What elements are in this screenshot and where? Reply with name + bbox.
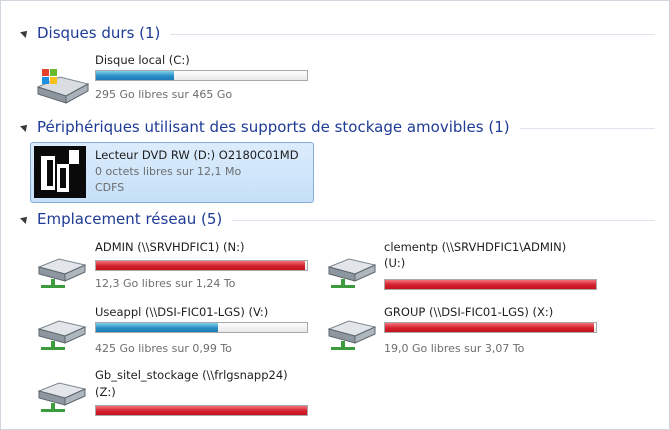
free-space-text: 295 Go libres sur 465 Go: [95, 88, 233, 101]
drive-letter: (U:): [384, 256, 406, 270]
drive-name: Useappl (\\DSI-FIC01-LGS) (V:): [95, 305, 269, 319]
group-header-hard-disks[interactable]: Disques durs (1): [19, 21, 655, 45]
local-disk-icon: [36, 69, 90, 104]
group-header-network[interactable]: Emplacement réseau (5): [19, 207, 655, 231]
drive-name: ADMIN (\\SRVHDFIC1) (N:): [95, 240, 245, 254]
usage-bar: [95, 260, 308, 271]
usage-bar: [95, 405, 308, 416]
usage-bar-fill: [96, 323, 219, 332]
drive-name: Gb_sitel_stockage (\\frlgsnapp24): [95, 368, 288, 382]
group-divider: [170, 33, 655, 35]
filesystem-text: CDFS: [95, 181, 125, 194]
group-divider: [519, 127, 655, 129]
network-drive-icon: [327, 320, 377, 350]
drive-name: Disque local (C:): [95, 53, 190, 67]
network-drive-icon: [37, 258, 87, 288]
usage-bar: [95, 322, 308, 333]
drive-letter: (Z:): [95, 385, 116, 399]
usage-bar-fill: [96, 406, 307, 415]
usage-bar-fill: [385, 280, 596, 289]
drive-name: clementp (\\SRVHDFIC1\ADMIN): [384, 240, 567, 254]
network-drive-icon: [327, 258, 377, 288]
group-title: Disques durs (1): [37, 24, 161, 42]
usage-bar: [384, 322, 597, 333]
free-space-text: 0 octets libres sur 12,1 Mo: [95, 165, 242, 178]
free-space-text: 19,0 Go libres sur 3,07 To: [384, 342, 525, 355]
group-divider: [232, 219, 655, 221]
collapse-arrow-icon[interactable]: [20, 122, 30, 132]
drive-name: GROUP (\\DSI-FIC01-LGS) (X:): [384, 305, 554, 319]
usage-bar-fill: [96, 261, 305, 270]
computer-drives-view: Disques durs (1) Disque local (C:) 295 G…: [0, 0, 670, 430]
usage-bar-fill: [96, 71, 175, 80]
usage-bar: [384, 279, 597, 290]
dvd-drive-icon: [34, 146, 86, 198]
collapse-arrow-icon[interactable]: [20, 28, 30, 38]
group-title: Emplacement réseau (5): [37, 210, 223, 228]
free-space-text: 12,3 Go libres sur 1,24 To: [95, 277, 236, 290]
group-title: Périphériques utilisant des supports de …: [37, 118, 510, 136]
network-drive-icon: [37, 320, 87, 350]
free-space-text: 425 Go libres sur 0,99 To: [95, 342, 232, 355]
drive-name: Lecteur DVD RW (D:) O2180C01MD: [95, 148, 299, 162]
group-header-removable[interactable]: Périphériques utilisant des supports de …: [19, 115, 655, 139]
network-drive-icon: [37, 382, 87, 412]
usage-bar: [95, 70, 308, 81]
collapse-arrow-icon[interactable]: [20, 214, 30, 224]
usage-bar-fill: [385, 323, 594, 332]
